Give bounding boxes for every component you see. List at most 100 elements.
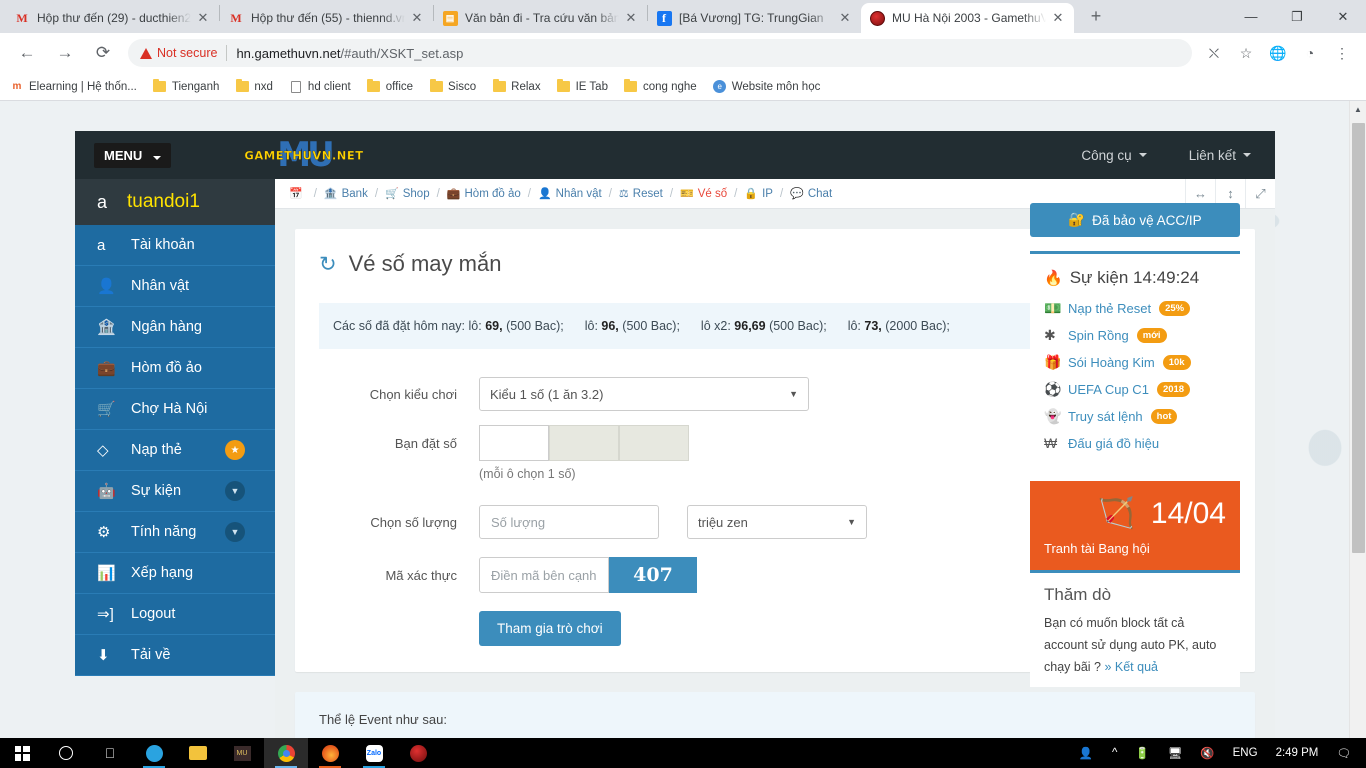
nav-links-menu[interactable]: Liên kết [1189, 148, 1251, 163]
sidebar-user[interactable]: a tuandoi1 [75, 179, 275, 225]
fire-icon: 🔥 [1044, 270, 1063, 287]
sidebar-item-hom-do-ao[interactable]: 💼 Hòm đồ ảo [75, 348, 275, 389]
new-tab-button[interactable]: + [1082, 3, 1110, 31]
browser-tab[interactable]: M Hộp thư đến (55) - thiennd.vnu ✕ [220, 3, 433, 33]
security-indicator[interactable]: Not secure [140, 46, 217, 60]
sidebar-item-nhan-vat[interactable]: 👤 Nhân vật [75, 266, 275, 307]
sidebar-item-nap-the[interactable]: ◇ Nạp thẻ ★ [75, 430, 275, 471]
bookmark-item[interactable]: cong nghe [624, 79, 697, 94]
clock[interactable]: 2:49 PM [1276, 747, 1319, 759]
chrome-taskbar[interactable] [264, 738, 308, 768]
bookmark-item[interactable]: m Elearning | Hệ thốn... [10, 80, 137, 94]
amount-input[interactable]: Số lượng [479, 505, 659, 539]
close-window-button[interactable]: ✕ [1320, 0, 1366, 33]
protect-acc-ip-button[interactable]: 🔐 Đã bảo vệ ACC/IP [1030, 203, 1240, 237]
site-logo[interactable]: MU GAMETHUVN.NET [235, 135, 373, 175]
browser-tab[interactable]: ▤ Văn bản đi - Tra cứu văn bản đi ✕ [434, 3, 647, 33]
menu-toggle-button[interactable]: MENU [94, 142, 171, 168]
event-item-soi-hoang-kim[interactable]: 🎁 Sói Hoàng Kim 10k [1044, 354, 1226, 371]
sidebar-item-xep-hang[interactable]: 📊 Xếp hạng [75, 553, 275, 594]
nav-tools-menu[interactable]: Công cụ [1081, 148, 1147, 163]
tab-close-icon[interactable]: ✕ [409, 10, 425, 26]
people-icon[interactable]: 👤 [1079, 746, 1094, 760]
extension-globe-icon[interactable]: 🌐 [1265, 40, 1291, 66]
sidebar-item-su-kien[interactable]: 🤖 Sự kiện ▼ [75, 471, 275, 512]
captcha-input[interactable]: Điền mã bên cạnh [479, 557, 609, 593]
browser-tab[interactable]: M Hộp thư đến (29) - ducthien27 ✕ [6, 3, 219, 33]
event-item-nap-the-reset[interactable]: 💵 Nạp thẻ Reset 25% [1044, 300, 1226, 317]
breadcrumb-item-chat[interactable]: 💬 Chat [790, 187, 832, 201]
sidebar-item-ngan-hang[interactable]: 🏦 Ngân hàng [75, 307, 275, 348]
chrome-menu-icon[interactable]: ⋮ [1329, 40, 1355, 66]
firefox-taskbar[interactable] [308, 738, 352, 768]
bookmark-item[interactable]: nxd [235, 79, 273, 94]
number-input-1[interactable] [479, 425, 549, 461]
zalo-taskbar[interactable]: Zalo [352, 738, 396, 768]
tab-close-icon[interactable]: ✕ [1050, 10, 1066, 26]
gmail-icon: M [230, 11, 242, 25]
browser-tab-active[interactable]: MU Hà Nội 2003 - GamethuVN ✕ [861, 3, 1074, 33]
language-indicator[interactable]: ENG [1233, 747, 1258, 759]
breadcrumb-label: Nhân vật [555, 187, 602, 200]
scrollbar-thumb[interactable] [1352, 123, 1365, 553]
sidebar-item-logout[interactable]: ⇒] Logout [75, 594, 275, 635]
reload-button[interactable]: ⟳ [89, 39, 117, 67]
start-button[interactable] [0, 738, 44, 768]
cortana-button[interactable] [44, 738, 88, 768]
show-hidden-icons[interactable]: ^ [1112, 747, 1117, 759]
bookmark-item[interactable]: Tienganh [153, 79, 219, 94]
page-scrollbar[interactable]: ▲ ▼ [1349, 101, 1366, 768]
bookmark-item[interactable]: IE Tab [557, 79, 608, 94]
breadcrumb-item-reset[interactable]: ⚖ Reset [619, 187, 663, 201]
minimize-button[interactable]: — [1228, 0, 1274, 33]
event-item-dau-gia-do-hieu[interactable]: ₩ Đấu giá đồ hiệu [1044, 435, 1226, 451]
sidebar-item-tinh-nang[interactable]: ⚙ Tính năng ▼ [75, 512, 275, 553]
profile-avatar[interactable]: ◔ [1297, 40, 1323, 66]
currency-select[interactable]: triệu zen ▼ [687, 505, 867, 539]
volume-muted-icon[interactable]: 🔇 [1200, 746, 1214, 760]
breadcrumb-item-hom-do-ao[interactable]: 💼 Hòm đồ ảo [447, 187, 521, 201]
event-item-truy-sat-lenh[interactable]: 👻 Truy sát lệnh hot [1044, 408, 1226, 425]
sidebar-item-cho-ha-noi[interactable]: 🛒 Chợ Hà Nội [75, 389, 275, 430]
breadcrumb-item-ip[interactable]: 🔒 IP [744, 187, 773, 201]
tab-close-icon[interactable]: ✕ [623, 10, 639, 26]
windows-taskbar: ⎕ MU Zalo 👤 ^ 🔋 � [0, 738, 1366, 768]
extension-blocked-icon[interactable]: ⛌ [1201, 40, 1227, 66]
submit-button[interactable]: Tham gia trò chơi [479, 611, 621, 646]
network-icon[interactable]: 🖥 [1168, 746, 1183, 760]
maximize-button[interactable]: ❐ [1274, 0, 1320, 33]
poll-result-link[interactable]: » Kết quả [1104, 660, 1158, 674]
task-view-button[interactable]: ⎕ [88, 738, 132, 768]
bookmark-item[interactable]: Sisco [429, 79, 476, 94]
play-type-select[interactable]: Kiểu 1 số (1 ăn 3.2) ▼ [479, 377, 809, 411]
event-item-spin-rong[interactable]: ✱ Spin Rồng mới [1044, 327, 1226, 344]
battery-charging-icon[interactable]: 🔋 [1135, 746, 1149, 760]
breadcrumb-item-nhan-vat[interactable]: 👤 Nhân vật [538, 187, 602, 201]
tab-close-icon[interactable]: ✕ [837, 10, 853, 26]
breadcrumb-item-bank[interactable]: 🏦 Bank [324, 187, 368, 201]
browser-tab[interactable]: f [Bá Vương] TG: TrungGian ✕ [648, 3, 861, 33]
sidebar-item-tai-ve[interactable]: ⬇ Tải về [75, 635, 275, 676]
tab-close-icon[interactable]: ✕ [195, 10, 211, 26]
scroll-up-arrow-icon[interactable]: ▲ [1350, 101, 1366, 118]
forward-button[interactable]: → [51, 39, 79, 67]
breadcrumb-item-shop[interactable]: 🛒 Shop [385, 187, 430, 201]
file-explorer-taskbar[interactable] [176, 738, 220, 768]
promo-banner[interactable]: 🏹 14/04 Tranh tài Bang hội [1030, 481, 1240, 570]
breadcrumb-home[interactable]: 📅 [289, 187, 307, 200]
telegram-taskbar[interactable] [132, 738, 176, 768]
event-item-uefa-cup-c1[interactable]: ⚽ UEFA Cup C1 2018 [1044, 381, 1226, 398]
bookmark-star-icon[interactable]: ☆ [1233, 40, 1259, 66]
bookmark-item[interactable]: office [367, 79, 413, 94]
sidebar-item-tai-khoan[interactable]: a Tài khoản [75, 225, 275, 266]
address-bar[interactable]: Not secure hn.gamethuvn.net/#auth/XSKT_s… [128, 39, 1192, 67]
back-button[interactable]: ← [13, 39, 41, 67]
action-center-icon[interactable]: 🗨 [1336, 746, 1351, 760]
bookmark-item[interactable]: e Website môn học [713, 80, 820, 94]
bookmark-item[interactable]: Relax [492, 79, 541, 94]
fullscreen-icon[interactable]: ⤢ [1245, 179, 1275, 208]
bookmark-item[interactable]: hd client [289, 80, 351, 94]
breadcrumb-item-ve-so[interactable]: 🎫 Vé số [680, 187, 727, 201]
mu-web-taskbar[interactable] [396, 738, 440, 768]
mu-game-taskbar[interactable]: MU [220, 738, 264, 768]
